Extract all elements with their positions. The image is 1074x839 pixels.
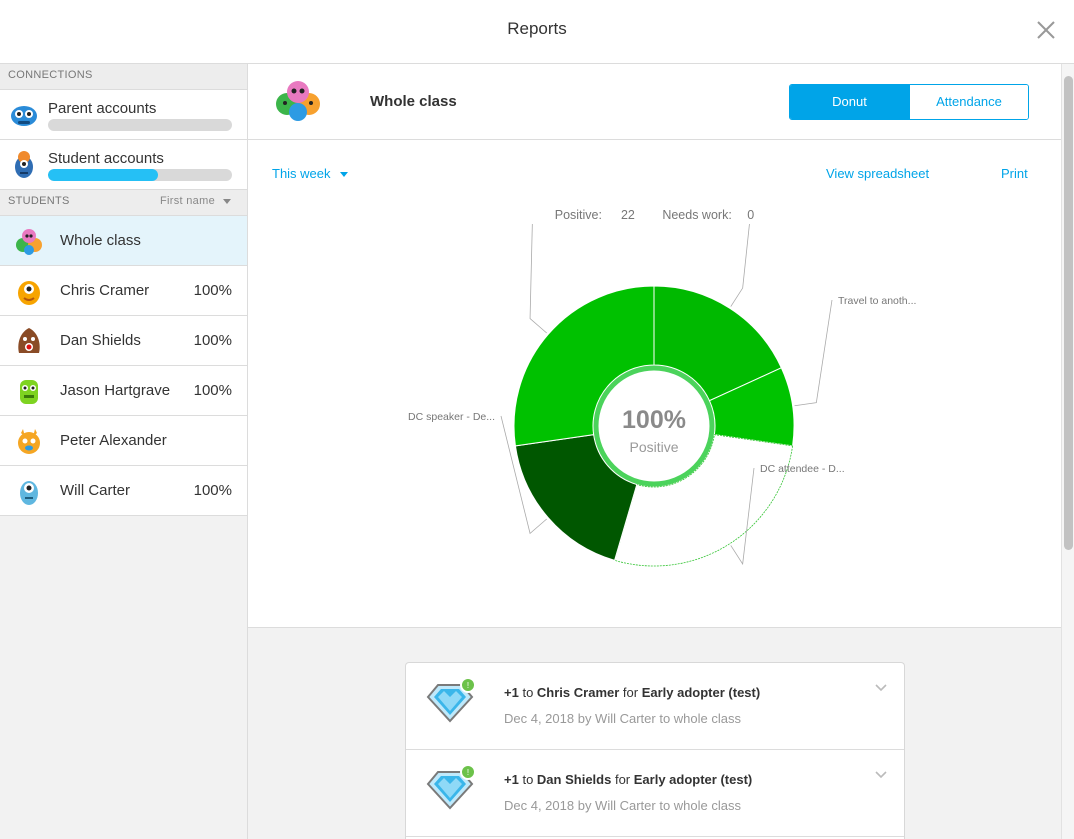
close-icon[interactable] xyxy=(1036,14,1056,44)
student-link: Chris Cramer xyxy=(536,685,620,700)
progress-fill xyxy=(48,169,159,181)
student-row-jason-hartgrave[interactable]: Jason Hartgrave 100% xyxy=(0,366,247,416)
behavior-summary: Positive: 22 Needs work: 0 xyxy=(248,208,1061,222)
feed-item-text: +1 to Dan Shields for Early adopter (tes… xyxy=(504,772,752,787)
donut-tab[interactable]: Donut xyxy=(790,85,909,119)
diamond-badge-icon: ! xyxy=(426,764,476,810)
student-percent: 100% xyxy=(193,482,232,499)
attendance-tab[interactable]: Attendance xyxy=(909,85,1028,119)
to-word: to xyxy=(522,772,534,787)
monster-avatar-icon xyxy=(20,481,38,505)
print-link[interactable]: Print xyxy=(1001,166,1028,181)
for-word: for xyxy=(622,685,639,700)
award-feed: ! +1 to Chris Cramer for Early adopter (… xyxy=(405,662,905,839)
caret-down-icon xyxy=(339,172,348,178)
slice-leader-line xyxy=(730,224,750,307)
connections-header: CONNECTIONS xyxy=(0,64,247,90)
feed-item-text: +1 to Chris Cramer for Early adopter (te… xyxy=(504,685,760,700)
slice-label: DC speaker - De... xyxy=(408,411,495,423)
monster-avatar-icon xyxy=(15,151,33,178)
sort-label: First name xyxy=(160,195,215,207)
view-toggle: Donut Attendance xyxy=(789,84,1029,120)
slice-leader-line xyxy=(794,299,833,407)
students-header: STUDENTS First name xyxy=(0,190,247,216)
student-row-whole-class[interactable]: Whole class xyxy=(0,216,247,266)
student-name: Dan Shields xyxy=(60,332,141,349)
to-word: to xyxy=(522,685,534,700)
donut-chart: Early adopter (...Travel to anoth...DC a… xyxy=(408,224,916,567)
view-spreadsheet-link[interactable]: View spreadsheet xyxy=(826,166,929,181)
positive-label: Positive: xyxy=(554,208,602,222)
positive-value: 22 xyxy=(620,208,635,222)
needs-work-value: 0 xyxy=(747,208,755,222)
chevron-down-icon[interactable] xyxy=(874,770,888,780)
student-name: Jason Hartgrave xyxy=(60,382,171,399)
monster-avatar-icon xyxy=(20,380,38,404)
student-row-peter-alexander[interactable]: Peter Alexander xyxy=(0,416,247,466)
class-avatar-icon xyxy=(16,229,42,255)
students-header-label: STUDENTS xyxy=(8,195,70,207)
modal-title: Reports xyxy=(507,19,567,38)
student-row-chris-cramer[interactable]: Chris Cramer 100% xyxy=(0,266,247,316)
date-range-label: This week xyxy=(272,166,331,181)
feed-item-meta: Dec 4, 2018 by Will Carter to whole clas… xyxy=(504,798,741,813)
feed-item[interactable]: ! +1 to Chris Cramer for Early adopter (… xyxy=(406,663,904,750)
report-panel: Whole class Donut Attendance This week V… xyxy=(248,64,1061,628)
skill-name: Early adopter (test) xyxy=(641,685,761,700)
connection-progress-bar xyxy=(48,119,232,131)
monster-avatar-icon xyxy=(18,328,40,353)
slice-label: Travel to anoth... xyxy=(838,295,916,307)
skill-name: Early adopter (test) xyxy=(633,772,753,787)
date-range-dropdown[interactable]: This week xyxy=(272,166,348,181)
scrollbar[interactable] xyxy=(1061,64,1074,839)
for-word: for xyxy=(614,772,631,787)
monster-avatar-icon xyxy=(18,429,40,454)
report-header: Whole class Donut Attendance xyxy=(248,64,1061,140)
needs-work-label: Needs work: xyxy=(662,208,732,222)
points: +1 xyxy=(504,685,519,700)
connection-student-accounts[interactable]: Student accounts xyxy=(0,140,247,190)
slice-leader-line xyxy=(529,224,547,334)
slice-label: DC attendee - D... xyxy=(760,463,845,475)
feed-item[interactable]: ! +1 to Dan Shields for Early adopter (t… xyxy=(406,750,904,837)
student-link: Dan Shields xyxy=(536,772,612,787)
modal-header: Reports xyxy=(0,0,1074,64)
center-percent: 100% xyxy=(622,406,686,434)
scrollbar-thumb[interactable] xyxy=(1064,76,1073,550)
student-row-dan-shields[interactable]: Dan Shields 100% xyxy=(0,316,247,366)
svg-text:!: ! xyxy=(467,681,469,690)
class-avatar-icon xyxy=(276,81,320,121)
center-label: Positive xyxy=(629,439,678,455)
student-name: Peter Alexander xyxy=(60,432,167,449)
sort-dropdown[interactable]: First name xyxy=(160,195,231,207)
connection-parent-accounts[interactable]: Parent accounts xyxy=(0,90,247,140)
student-percent: 100% xyxy=(193,282,232,299)
monster-avatar-icon xyxy=(18,281,40,305)
connection-label: Parent accounts xyxy=(48,100,157,117)
student-percent: 100% xyxy=(193,382,232,399)
sidebar: CONNECTIONS Parent accounts Student acco… xyxy=(0,64,248,839)
feed-item-meta: Dec 4, 2018 by Will Carter to whole clas… xyxy=(504,711,741,726)
points: +1 xyxy=(504,772,519,787)
student-name: Will Carter xyxy=(60,482,130,499)
diamond-badge-icon: ! xyxy=(426,677,476,723)
monster-avatar-icon xyxy=(11,106,37,126)
svg-text:!: ! xyxy=(467,768,469,777)
connection-progress-bar xyxy=(48,169,232,181)
caret-down-icon xyxy=(223,198,231,204)
student-name: Whole class xyxy=(60,232,141,249)
student-name: Chris Cramer xyxy=(60,282,150,299)
class-title: Whole class xyxy=(370,93,457,110)
student-row-will-carter[interactable]: Will Carter 100% xyxy=(0,466,247,516)
student-percent: 100% xyxy=(193,332,232,349)
connection-label: Student accounts xyxy=(48,150,164,167)
chevron-down-icon[interactable] xyxy=(874,683,888,693)
